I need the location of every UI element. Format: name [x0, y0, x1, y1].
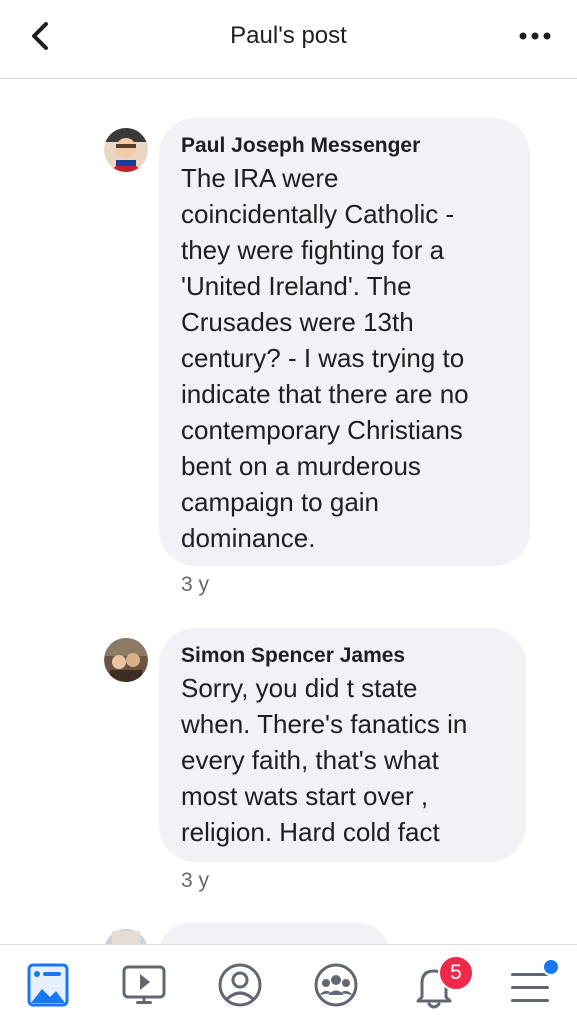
profile-icon — [218, 963, 262, 1007]
page-title: Paul's post — [230, 22, 347, 49]
comment-text-line: they were fighting for a — [181, 235, 445, 265]
bottom-tab-bar: 5 — [0, 944, 577, 1025]
comment-text-line: dominance. — [181, 523, 316, 553]
comment-text-line: 'United Ireland'. The — [181, 271, 412, 301]
tab-news-feed[interactable] — [18, 959, 78, 1015]
comment-timestamp[interactable]: 3 y — [181, 573, 209, 597]
next-comment-partial[interactable] — [104, 921, 394, 945]
news-feed-icon — [27, 963, 69, 1007]
comment-text-line: Crusades were 13th — [181, 307, 414, 337]
comment-text-line: every faith, that's what — [181, 745, 439, 775]
more-options-button[interactable] — [515, 20, 555, 52]
comment-text-line: bent on a murderous — [181, 451, 421, 481]
comment-text-line: when. There's fanatics in — [181, 709, 468, 739]
comment-text-line: coincidentally Catholic - — [181, 199, 455, 229]
comment-timestamp[interactable]: 3 y — [181, 869, 209, 893]
comment-text-line: most wats start over , — [181, 781, 429, 811]
comment-author[interactable]: Simon Spencer James — [181, 642, 504, 670]
tab-profile[interactable] — [210, 959, 270, 1015]
avatar[interactable] — [104, 128, 148, 172]
top-app-bar: Paul's post — [0, 0, 577, 79]
comment-bubble[interactable]: Simon Spencer James Sorry, you did t sta… — [159, 628, 526, 862]
more-dots-icon — [519, 32, 551, 40]
comment-text-line: The IRA were — [181, 163, 339, 193]
tab-groups[interactable] — [306, 959, 366, 1015]
comment-text-line: campaign to gain — [181, 487, 380, 517]
comments-feed: 3 y Paul Joseph Messenger The IRA were c… — [0, 0, 577, 945]
notification-count-badge: 5 — [438, 955, 474, 991]
comment-text-line: indicate that there are no — [181, 379, 469, 409]
groups-icon — [314, 963, 358, 1007]
avatar[interactable] — [104, 638, 148, 682]
comment-text-line: Sorry, you did t state — [181, 673, 418, 703]
comment-text-line: religion. Hard cold fact — [181, 817, 440, 847]
comment-bubble[interactable]: Paul Joseph Messenger The IRA were coinc… — [159, 118, 530, 566]
watch-video-icon — [122, 965, 166, 1004]
comment-text-line: contemporary Christians — [181, 415, 463, 445]
comment-text-line: century? - I was trying to — [181, 343, 465, 373]
tab-watch[interactable] — [114, 959, 174, 1015]
menu-new-indicator-dot — [542, 958, 560, 976]
comment-author[interactable]: Paul Joseph Messenger — [181, 132, 508, 160]
